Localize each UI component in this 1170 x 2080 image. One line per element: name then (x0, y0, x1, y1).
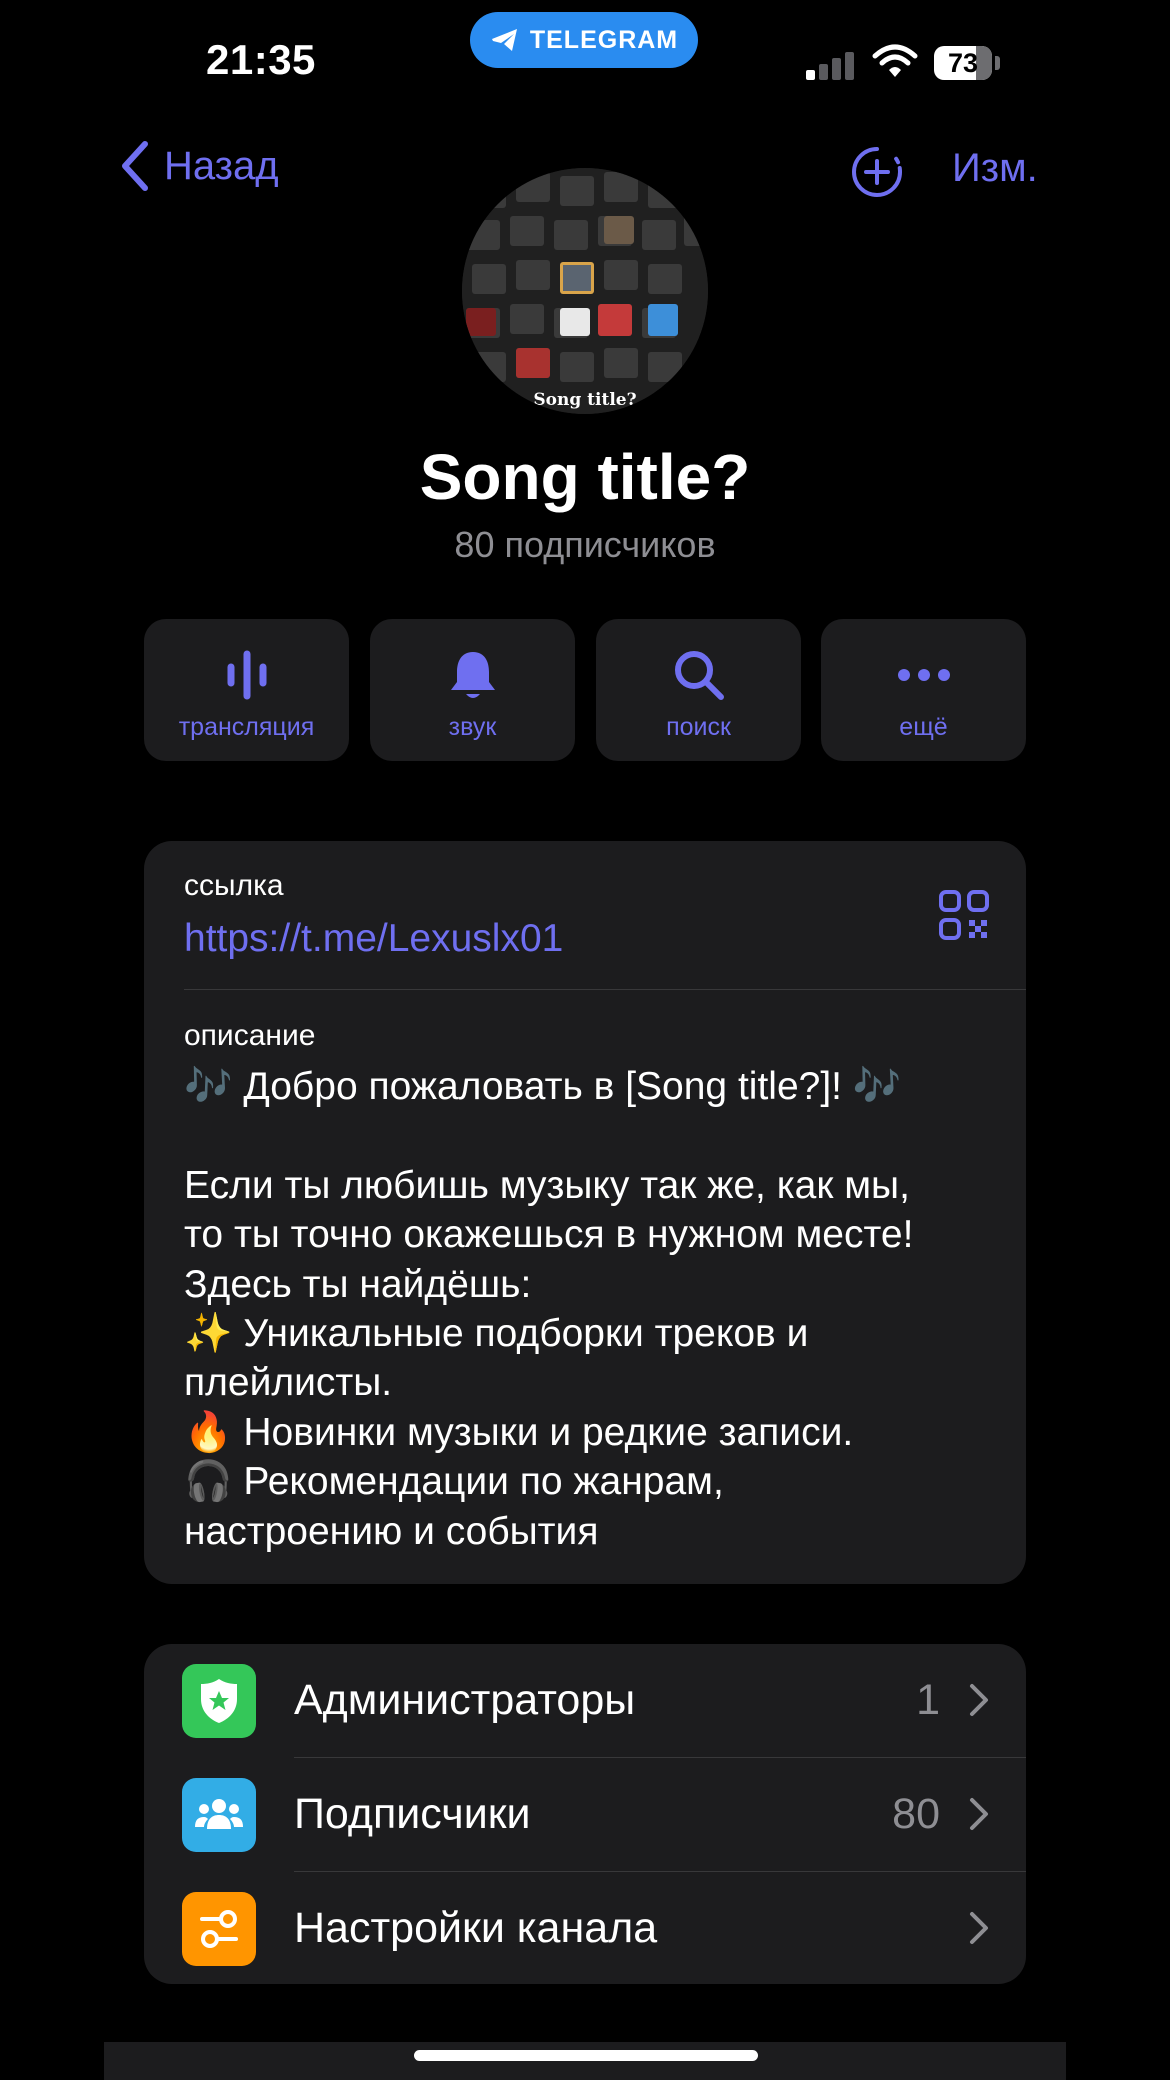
people-icon (195, 1799, 243, 1829)
back-label: Назад (164, 143, 279, 188)
telegram-plane-icon (491, 29, 517, 51)
add-story-icon[interactable] (850, 145, 904, 199)
status-time: 21:35 (206, 36, 316, 83)
channel-settings-list: Администраторы 1 Подписчики 80 Настройки… (144, 1644, 1026, 1984)
more-button[interactable]: ещё (821, 619, 1026, 761)
chevron-right-icon (970, 1684, 988, 1716)
battery-icon: 73 (934, 46, 992, 80)
avatar-caption: Song title? (533, 390, 637, 410)
channel-settings-row[interactable]: Настройки канала (144, 1872, 1026, 1985)
channel-description: 🎶 Добро пожаловать в [Song title?]! 🎶 Ес… (184, 1065, 914, 1553)
sound-button[interactable]: звук (370, 619, 575, 761)
qr-code-icon[interactable] (938, 889, 990, 941)
wifi-icon (872, 44, 918, 77)
description-label: описание (184, 1019, 316, 1052)
battery-tip (995, 56, 1000, 70)
channel-avatar[interactable]: Song title? (462, 168, 708, 414)
admins-row[interactable]: Администраторы 1 (144, 1644, 1026, 1757)
link-label: ссылка (184, 869, 284, 902)
subscribers-count: 80 (892, 1790, 940, 1838)
channel-link[interactable]: https://t.me/Lexuslx01 (184, 917, 563, 961)
back-button[interactable]: Назад (120, 140, 279, 192)
live-stream-icon (227, 650, 266, 700)
admins-label: Администраторы (294, 1676, 636, 1724)
channel-subscribers: 80 подписчиков (454, 524, 716, 565)
more-label: ещё (899, 713, 948, 741)
chevron-right-icon (970, 1912, 988, 1944)
admins-badge (182, 1664, 256, 1738)
telegram-pill-label: TELEGRAM (529, 25, 679, 54)
bottom-panel (104, 2042, 1066, 2080)
channel-title: Song title? (419, 441, 751, 513)
live-stream-label: трансляция (178, 713, 315, 741)
bell-icon (450, 652, 495, 698)
live-stream-button[interactable]: трансляция (144, 619, 349, 761)
subscribers-label: Подписчики (294, 1790, 531, 1838)
sound-label: звук (448, 713, 497, 741)
home-indicator[interactable] (414, 2050, 758, 2061)
channel-settings-label: Настройки канала (294, 1904, 658, 1952)
search-button[interactable]: поиск (596, 619, 801, 761)
subscribers-row[interactable]: Подписчики 80 (144, 1758, 1026, 1871)
chevron-right-icon (970, 1798, 988, 1830)
admins-count: 1 (916, 1676, 940, 1724)
subscribers-badge (182, 1778, 256, 1852)
telegram-pill[interactable]: TELEGRAM (470, 12, 698, 68)
more-icon (897, 669, 950, 681)
channel-info-card: ссылка https://t.me/Lexuslx01 описание 🎶… (144, 841, 1026, 1584)
search-label: поиск (666, 713, 731, 741)
info-separator (184, 989, 1026, 990)
sliders-icon (200, 1910, 238, 1948)
avatar-collage-image (462, 168, 708, 414)
edit-button[interactable]: Изм. (952, 146, 1038, 191)
chevron-left-icon (122, 141, 148, 191)
cellular-signal-icon (806, 48, 856, 80)
shield-star-icon (201, 1679, 237, 1723)
battery-level: 73 (947, 47, 979, 78)
channel-settings-badge (182, 1892, 256, 1966)
search-icon (674, 651, 724, 700)
